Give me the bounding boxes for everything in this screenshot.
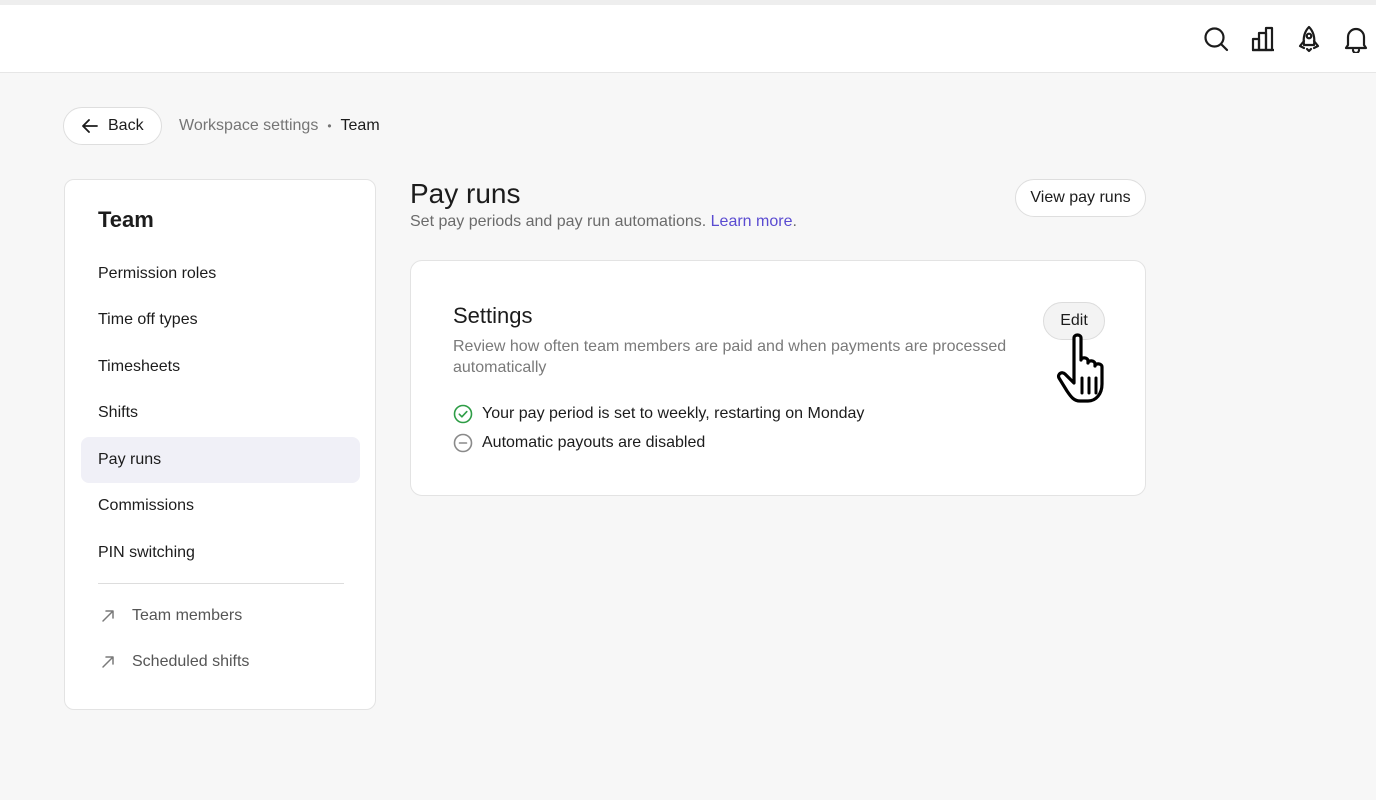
status-text: Automatic payouts are disabled (482, 434, 706, 451)
breadcrumb-workspace-settings[interactable]: Workspace settings (179, 117, 318, 135)
sidebar-title: Team (98, 207, 154, 232)
subtitle-suffix: . (792, 213, 797, 230)
back-label: Back (108, 117, 144, 134)
top-bar (0, 0, 1376, 73)
view-pay-runs-button[interactable]: View pay runs (1015, 179, 1146, 217)
settings-description: Review how often team members are paid a… (453, 338, 1007, 376)
sidebar-link-label: Scheduled shifts (132, 653, 250, 670)
arrow-up-right-icon (102, 610, 114, 622)
sidebar-item-label: Commissions (98, 497, 195, 514)
sidebar-item-pay-runs[interactable]: Pay runs (81, 437, 360, 483)
sidebar-item-commissions[interactable]: Commissions (81, 483, 360, 529)
sidebar-link-label: Team members (132, 607, 243, 624)
settings-title: Settings (453, 303, 533, 328)
settings-card: Settings Review how often team members a… (410, 260, 1146, 496)
learn-more-link[interactable]: Learn more (711, 213, 793, 230)
status-automatic-payouts: Automatic payouts are disabled (453, 432, 705, 454)
sidebar-item-label: Permission roles (98, 265, 217, 282)
check-circle-icon (453, 404, 473, 424)
subtitle-text: Set pay periods and pay run automations. (410, 213, 707, 230)
sidebar-item-timesheets[interactable]: Timesheets (81, 344, 360, 390)
sidebar-item-permission-roles[interactable]: Permission roles (81, 251, 360, 297)
sidebar-item-label: Time off types (98, 311, 198, 328)
sidebar-item-label: PIN switching (98, 544, 195, 561)
breadcrumb-separator: • (327, 119, 332, 133)
sidebar: Team Permission roles Time off types Tim… (64, 179, 376, 710)
edit-button[interactable]: Edit (1043, 302, 1105, 340)
minus-circle-icon (453, 433, 473, 453)
sidebar-link-scheduled-shifts[interactable]: Scheduled shifts (98, 650, 249, 674)
sidebar-item-shifts[interactable]: Shifts (81, 390, 360, 436)
search-icon[interactable] (1202, 25, 1230, 53)
back-button[interactable]: Back (63, 107, 162, 145)
sidebar-item-time-off-types[interactable]: Time off types (81, 297, 360, 343)
status-pay-period: Your pay period is set to weekly, restar… (453, 403, 864, 425)
status-text: Your pay period is set to weekly, restar… (482, 405, 865, 422)
arrow-up-right-icon (102, 656, 114, 668)
chart-icon[interactable] (1249, 25, 1277, 53)
arrow-left-icon (82, 119, 98, 133)
rocket-icon[interactable] (1295, 25, 1323, 53)
bell-icon[interactable] (1342, 25, 1370, 53)
page-subtitle: Set pay periods and pay run automations.… (410, 213, 797, 231)
sidebar-item-pin-switching[interactable]: PIN switching (81, 530, 360, 576)
breadcrumb-current: Team (340, 117, 380, 134)
sidebar-item-label: Pay runs (98, 451, 162, 468)
sidebar-link-team-members[interactable]: Team members (98, 604, 242, 628)
breadcrumb: Workspace settings • Team (179, 116, 380, 136)
sidebar-item-label: Timesheets (98, 358, 181, 375)
page-title: Pay runs (410, 178, 521, 209)
sidebar-item-label: Shifts (98, 404, 139, 421)
sidebar-divider (98, 583, 344, 584)
